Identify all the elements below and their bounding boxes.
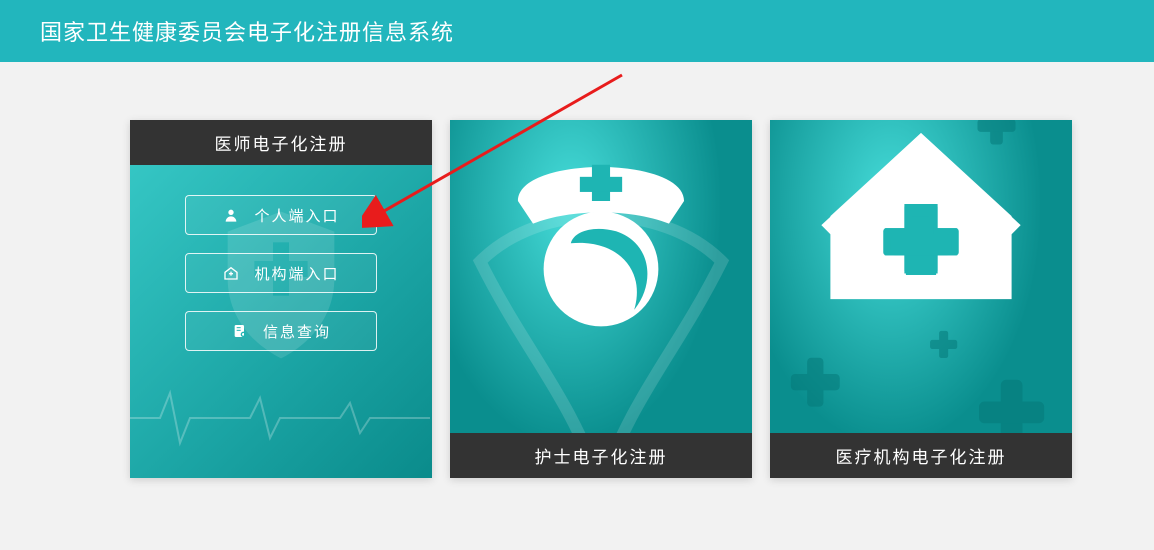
nurse-cap-icon — [450, 120, 752, 433]
card-doctor: 医师电子化注册 个人端入口 机构端入口 — [130, 120, 432, 478]
org-entry-label: 机构端入口 — [254, 263, 339, 284]
card-medinst-title: 医疗机构电子化注册 — [770, 433, 1072, 478]
search-doc-icon — [231, 322, 249, 340]
hospital-house-icon — [770, 120, 1072, 433]
info-query-button[interactable]: 信息查询 — [185, 311, 377, 351]
card-medinst-illustration — [770, 120, 1072, 433]
card-row: 医师电子化注册 个人端入口 机构端入口 — [0, 62, 1154, 478]
heartbeat-line-icon — [130, 378, 430, 458]
org-entry-button[interactable]: 机构端入口 — [185, 253, 377, 293]
page-title: 国家卫生健康委员会电子化注册信息系统 — [40, 20, 454, 45]
personal-entry-button[interactable]: 个人端入口 — [185, 195, 377, 235]
hospital-icon — [222, 264, 240, 282]
card-nurse-title: 护士电子化注册 — [450, 433, 752, 478]
personal-entry-label: 个人端入口 — [254, 205, 339, 226]
user-icon — [222, 206, 240, 224]
card-doctor-body: 个人端入口 机构端入口 信息查询 — [130, 165, 432, 478]
info-query-label: 信息查询 — [263, 321, 331, 342]
card-nurse[interactable]: 护士电子化注册 — [450, 120, 752, 478]
card-nurse-illustration — [450, 120, 752, 433]
card-doctor-title: 医师电子化注册 — [130, 120, 432, 165]
page-header: 国家卫生健康委员会电子化注册信息系统 — [0, 0, 1154, 62]
card-medinst[interactable]: 医疗机构电子化注册 — [770, 120, 1072, 478]
